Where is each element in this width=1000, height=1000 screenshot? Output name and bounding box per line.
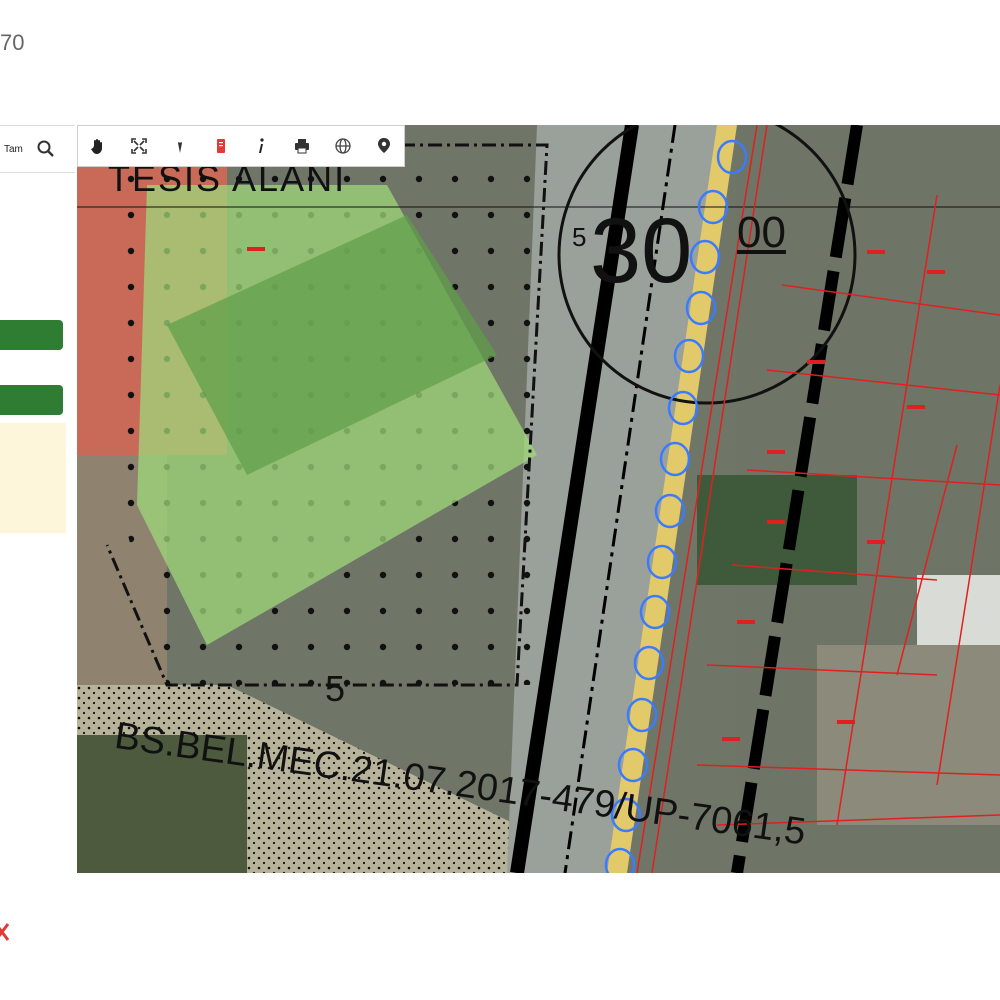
secondary-action-button[interactable]	[0, 385, 63, 415]
info-icon[interactable]	[246, 131, 276, 161]
close-icon[interactable]	[0, 920, 10, 944]
setback-label-top: 5	[572, 222, 587, 252]
building-roof	[917, 575, 1000, 645]
search-icon[interactable]	[36, 139, 56, 159]
measure-icon[interactable]	[165, 131, 195, 161]
setback-label-bottom: 5	[325, 668, 346, 709]
pan-hand-icon[interactable]	[83, 131, 113, 161]
road-width-suffix-label: 00	[737, 208, 786, 257]
print-icon[interactable]	[287, 131, 317, 161]
document-icon[interactable]	[206, 131, 236, 161]
globe-icon[interactable]	[328, 131, 358, 161]
road-width-label: 30	[590, 200, 693, 302]
location-pin-icon[interactable]	[369, 131, 399, 161]
primary-action-button[interactable]	[0, 320, 63, 350]
yard-area	[817, 645, 1000, 825]
sidebar-panel: Tam	[0, 125, 75, 545]
search-row[interactable]: Tam	[0, 125, 75, 173]
map-toolbar	[77, 125, 405, 167]
search-label: Tam	[4, 143, 23, 155]
full-extent-icon[interactable]	[124, 131, 154, 161]
page-counter: 70	[0, 30, 25, 55]
info-panel	[0, 423, 66, 533]
